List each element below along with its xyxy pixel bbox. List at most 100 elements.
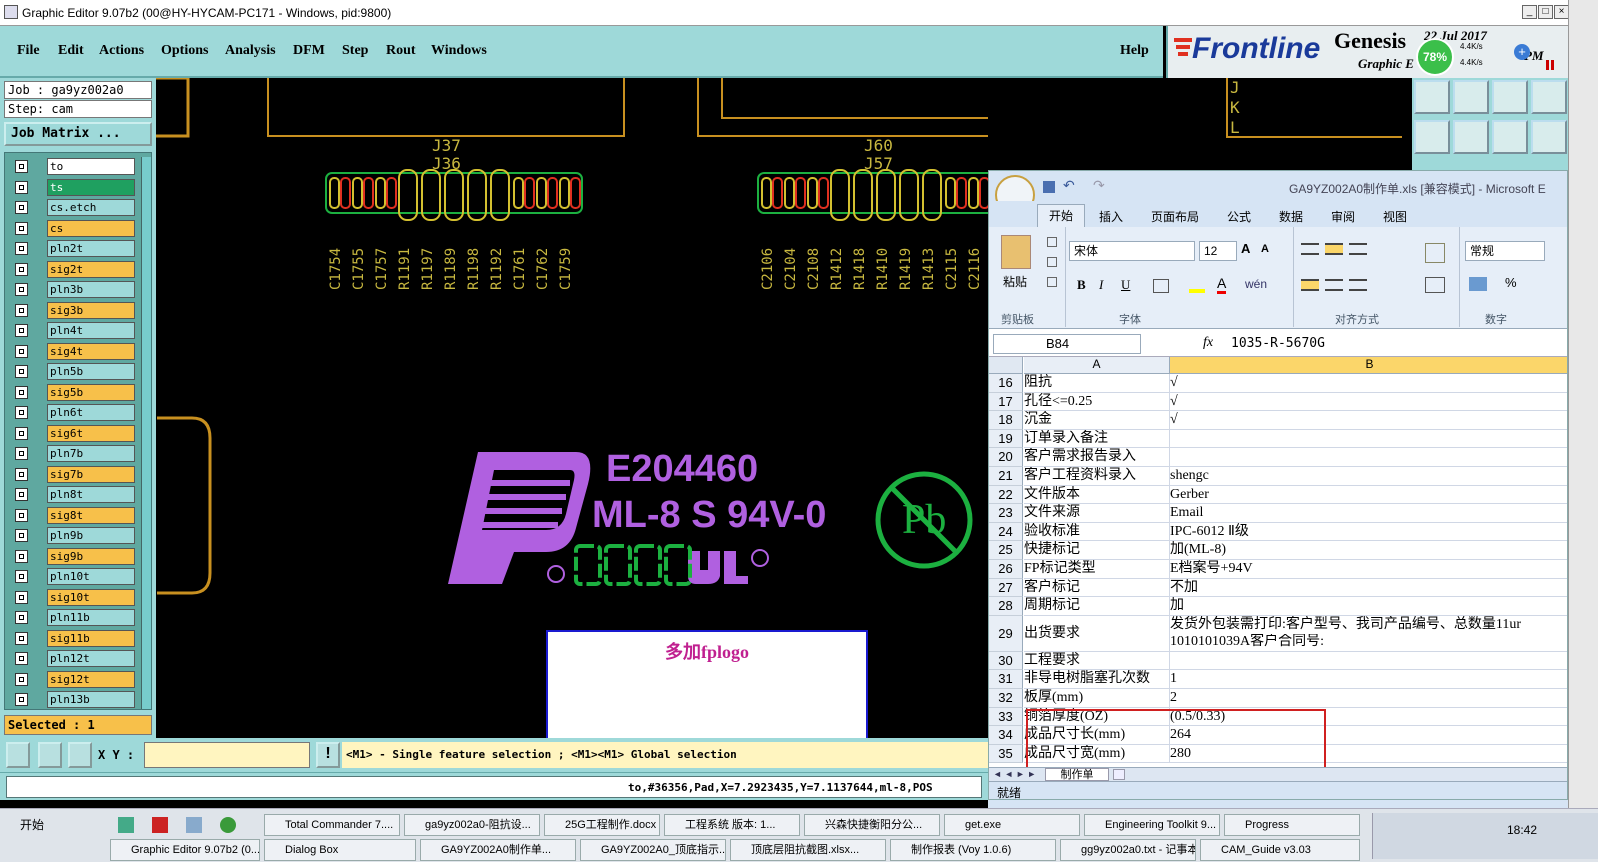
taskbar-button[interactable]: get.exe bbox=[944, 814, 1080, 836]
menu-file[interactable]: File bbox=[17, 43, 40, 59]
save-icon[interactable] bbox=[1043, 181, 1055, 193]
italic-icon[interactable]: I bbox=[1099, 277, 1103, 293]
cell-a[interactable]: 板厚(mm) bbox=[1024, 689, 1170, 708]
layer-row-cs-etch[interactable]: cs.etch bbox=[13, 198, 151, 217]
layer-name[interactable]: to bbox=[47, 158, 135, 175]
menu-help[interactable]: Help bbox=[1120, 43, 1149, 59]
tool-right-icon[interactable] bbox=[1453, 120, 1489, 154]
layer-checkbox[interactable] bbox=[15, 529, 28, 542]
layer-checkbox[interactable] bbox=[15, 344, 28, 358]
cell-a[interactable]: 阻抗 bbox=[1024, 374, 1170, 393]
layer-name[interactable]: pln12t bbox=[47, 650, 135, 667]
layer-checkbox[interactable] bbox=[15, 652, 28, 665]
layer-row-cs[interactable]: cs bbox=[13, 219, 151, 238]
measure-icon[interactable] bbox=[6, 742, 30, 768]
new-sheet-icon[interactable] bbox=[1113, 769, 1125, 780]
cut-icon[interactable] bbox=[1047, 237, 1057, 247]
layer-name[interactable]: sig2t bbox=[47, 260, 135, 278]
cell-b[interactable]: E档案号+94V bbox=[1170, 560, 1567, 579]
cell-a[interactable]: 客户标记 bbox=[1024, 578, 1170, 598]
cell-b[interactable]: 2 bbox=[1170, 689, 1567, 708]
bold-icon[interactable]: B bbox=[1077, 277, 1086, 293]
cell-a[interactable]: 非导电树脂塞孔次数 bbox=[1024, 670, 1170, 689]
layer-checkbox[interactable] bbox=[15, 303, 28, 317]
xy-input[interactable] bbox=[144, 742, 310, 768]
layer-checkbox[interactable] bbox=[15, 447, 28, 460]
layer-checkbox[interactable] bbox=[15, 488, 28, 501]
layer-checkbox[interactable] bbox=[15, 611, 28, 624]
quicklaunch-icon[interactable] bbox=[118, 817, 134, 833]
layer-row-sig10t[interactable]: sig10t bbox=[13, 588, 151, 607]
fill-color-icon[interactable] bbox=[1189, 279, 1205, 293]
layer-checkbox[interactable] bbox=[15, 221, 28, 235]
layer-checkbox[interactable] bbox=[15, 570, 28, 583]
layer-row-sig8t[interactable]: sig8t bbox=[13, 506, 151, 525]
layer-row-sig5b[interactable]: sig5b bbox=[13, 383, 151, 402]
layer-checkbox[interactable] bbox=[15, 365, 28, 378]
currency-icon[interactable] bbox=[1469, 277, 1487, 291]
phonetic-icon[interactable]: wén bbox=[1245, 277, 1267, 291]
layer-row-pln4t[interactable]: pln4t bbox=[13, 321, 151, 340]
row-header[interactable]: 18 bbox=[989, 411, 1023, 430]
tab-page-layout[interactable]: 页面布局 bbox=[1151, 208, 1199, 225]
row-header[interactable]: 35 bbox=[989, 744, 1023, 764]
taskbar-button[interactable]: Dialog Box bbox=[264, 839, 416, 861]
layer-name[interactable]: pln10t bbox=[47, 568, 135, 585]
layer-name[interactable]: sig4t bbox=[47, 342, 135, 360]
cell-a[interactable]: 客户需求报告录入 bbox=[1024, 448, 1170, 467]
layer-checkbox[interactable] bbox=[15, 631, 28, 645]
select-all-corner[interactable] bbox=[989, 357, 1023, 374]
layer-name[interactable]: pln7b bbox=[47, 445, 135, 462]
layer-row-ts[interactable]: ts bbox=[13, 178, 151, 197]
cell-b[interactable] bbox=[1170, 652, 1567, 671]
column-header-a[interactable]: A bbox=[1024, 357, 1170, 374]
layer-row-pln10t[interactable]: pln10t bbox=[13, 567, 151, 586]
name-box[interactable]: B84 bbox=[993, 334, 1141, 354]
menu-actions[interactable]: Actions bbox=[99, 43, 144, 59]
cell-a[interactable]: 周期标记 bbox=[1024, 597, 1170, 616]
layer-scrollbar[interactable] bbox=[141, 157, 151, 709]
layer-name[interactable]: pln3b bbox=[47, 281, 135, 298]
layer-name[interactable]: cs.etch bbox=[47, 199, 135, 216]
layer-row-sig12t[interactable]: sig12t bbox=[13, 670, 151, 689]
layer-checkbox[interactable] bbox=[15, 180, 28, 194]
layer-checkbox[interactable] bbox=[15, 385, 28, 399]
cell-b[interactable]: 1 bbox=[1170, 670, 1567, 689]
taskbar-button[interactable]: 顶底层阻抗截图.xlsx... bbox=[730, 839, 886, 861]
row-header[interactable]: 29 bbox=[989, 615, 1023, 652]
copy-icon[interactable] bbox=[1047, 257, 1057, 267]
layer-name[interactable]: pln2t bbox=[47, 240, 135, 257]
redo-icon[interactable]: ↷ bbox=[1093, 177, 1105, 194]
layer-row-sig9b[interactable]: sig9b bbox=[13, 547, 151, 566]
taskbar-button[interactable]: 制作报表 (Voy 1.0.6) bbox=[890, 839, 1056, 861]
font-name-select[interactable]: 宋体 bbox=[1069, 241, 1195, 261]
align-top-icon[interactable] bbox=[1301, 243, 1319, 255]
pdf-icon[interactable] bbox=[152, 817, 168, 833]
undo-icon[interactable]: ↶ bbox=[1063, 177, 1075, 194]
taskbar-button[interactable]: Graphic Editor 9.07b2 (0... bbox=[110, 839, 260, 861]
layer-row-sig4t[interactable]: sig4t bbox=[13, 342, 151, 361]
layer-name[interactable]: pln13b bbox=[47, 691, 135, 708]
layer-name[interactable]: sig7b bbox=[47, 465, 135, 483]
tool-home-icon[interactable] bbox=[1492, 80, 1528, 114]
cell-b[interactable]: IPC-6012 Ⅱ级 bbox=[1170, 523, 1567, 542]
taskbar-button[interactable]: 工程系统 版本: 1... bbox=[664, 814, 800, 836]
tool-pan-icon[interactable] bbox=[1531, 120, 1567, 154]
shrink-font-icon[interactable]: A bbox=[1261, 243, 1269, 255]
cell-a[interactable]: 沉金 bbox=[1024, 411, 1170, 430]
cell-b[interactable]: √ bbox=[1170, 393, 1567, 412]
merge-icon[interactable] bbox=[1425, 277, 1445, 293]
cell-a[interactable]: 订单录入备注 bbox=[1024, 429, 1170, 449]
menu-rout[interactable]: Rout bbox=[386, 43, 416, 59]
close-button[interactable]: × bbox=[1554, 5, 1569, 19]
layer-row-pln3b[interactable]: pln3b bbox=[13, 280, 151, 299]
layer-row-sig3b[interactable]: sig3b bbox=[13, 301, 151, 320]
graphic-canvas[interactable]: 8888 J37 J36 J60 J57 C1754C1755C1757R119… bbox=[156, 78, 988, 738]
number-format-select[interactable]: 常规 bbox=[1465, 241, 1545, 261]
row-header[interactable]: 31 bbox=[989, 670, 1023, 689]
cell-a[interactable]: 工程要求 bbox=[1024, 651, 1170, 671]
row-header[interactable]: 28 bbox=[989, 597, 1023, 616]
percent-icon[interactable]: % bbox=[1505, 275, 1517, 290]
taskbar-button[interactable]: Progress bbox=[1224, 814, 1360, 836]
menu-analysis[interactable]: Analysis bbox=[225, 43, 276, 59]
